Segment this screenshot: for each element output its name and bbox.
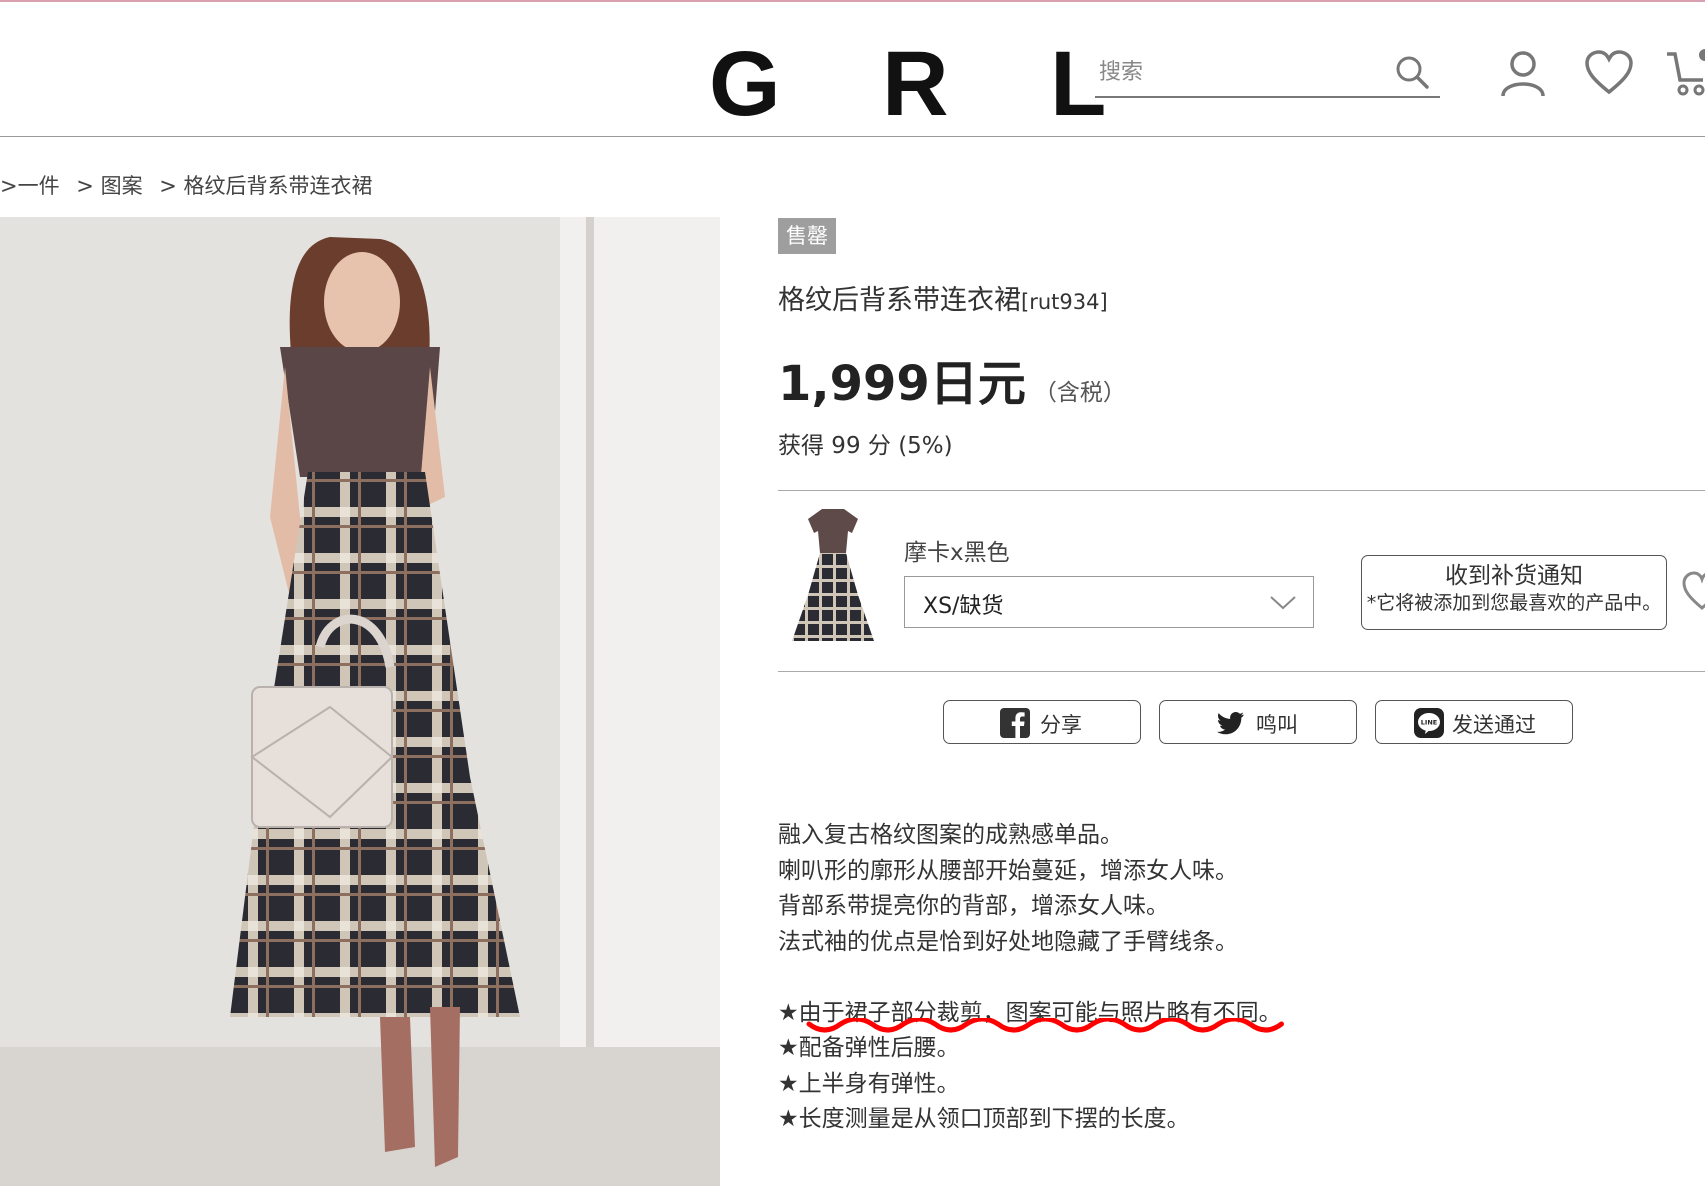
description-line: 喇叭形的廓形从腰部开始蔓延，增添女人味。	[778, 857, 1238, 884]
account-icon[interactable]	[1498, 48, 1548, 98]
breadcrumb-item[interactable]: > 图案	[76, 174, 142, 198]
twitter-share-button[interactable]: 鸣叫	[1159, 700, 1357, 744]
twitter-share-label: 鸣叫	[1256, 713, 1298, 737]
model-photo-illustration	[0, 217, 720, 1186]
chevron-down-icon	[1270, 596, 1296, 610]
divider	[778, 671, 1705, 672]
facebook-share-label: 分享	[1040, 713, 1082, 737]
price-value: 1,999日元	[778, 356, 1026, 412]
search-input[interactable]	[1097, 54, 1381, 90]
product-description: 融入复古格纹图案的成熟感单品。 喇叭形的廓形从腰部开始蔓延，增添女人味。 背部系…	[778, 818, 1282, 1138]
line-share-label: 发送通过	[1452, 713, 1536, 737]
favorite-heart-icon[interactable]	[1584, 48, 1634, 98]
add-favorite-heart-icon[interactable]	[1682, 570, 1705, 614]
twitter-bird-icon	[1216, 712, 1244, 735]
product-code: [rut934]	[1021, 290, 1108, 314]
breadcrumb-item[interactable]: >一件	[0, 174, 60, 198]
product-title: 格纹后背系带连衣裙[rut934]	[778, 278, 1108, 317]
size-select[interactable]: XS/缺货	[904, 576, 1314, 628]
svg-text:LINE: LINE	[1421, 719, 1437, 727]
cart-icon[interactable]	[1665, 48, 1705, 98]
product-name: 格纹后背系带连衣裙	[778, 285, 1021, 316]
restock-notify-button[interactable]: 收到补货通知 *它将被添加到您最喜欢的产品中。	[1361, 555, 1667, 630]
description-line	[778, 960, 1282, 996]
description-line: 融入复古格纹图案的成熟感单品。	[778, 822, 1123, 848]
description-line: 背部系带提亮你的背部，增添女人味。	[778, 893, 1169, 919]
search-icon[interactable]	[1392, 52, 1432, 92]
color-name: 摩卡x黑色	[904, 540, 1010, 566]
site-header: G R L	[0, 2, 1705, 137]
sold-out-badge: 售罄	[778, 218, 836, 254]
line-icon: LINE	[1414, 708, 1444, 738]
product-photo[interactable]	[0, 217, 720, 1186]
variant-thumbnail[interactable]	[786, 505, 880, 647]
line-share-button[interactable]: LINE 发送通过	[1375, 700, 1573, 744]
description-line: ★长度测量是从领口顶部到下摆的长度。	[778, 1106, 1190, 1132]
description-line: 法式袖的优点是恰到好处地隐藏了手臂线条。	[778, 928, 1238, 955]
grl-logo[interactable]: G R L	[709, 38, 1144, 130]
facebook-share-button[interactable]: 分享	[943, 700, 1141, 744]
points-earned: 获得 99 分 (5%)	[778, 433, 953, 459]
product-price: 1,999日元 （含税）	[778, 344, 1126, 414]
notify-title: 收到补货通知	[1445, 563, 1583, 589]
facebook-icon	[1000, 708, 1030, 738]
red-wavy-underline-annotation	[806, 1018, 1284, 1033]
breadcrumb-item[interactable]: > 格纹后背系带连衣裙	[159, 174, 372, 198]
search-bar	[1095, 50, 1440, 98]
tax-note: （含税）	[1033, 380, 1126, 406]
notify-note: *它将被添加到您最喜欢的产品中。	[1366, 592, 1662, 614]
description-line: ★上半身有弹性。	[778, 1070, 960, 1097]
divider	[778, 490, 1705, 491]
breadcrumb: >一件 > 图案 > 格纹后背系带连衣裙	[0, 170, 383, 200]
size-select-value: XS/缺货	[923, 594, 1004, 619]
